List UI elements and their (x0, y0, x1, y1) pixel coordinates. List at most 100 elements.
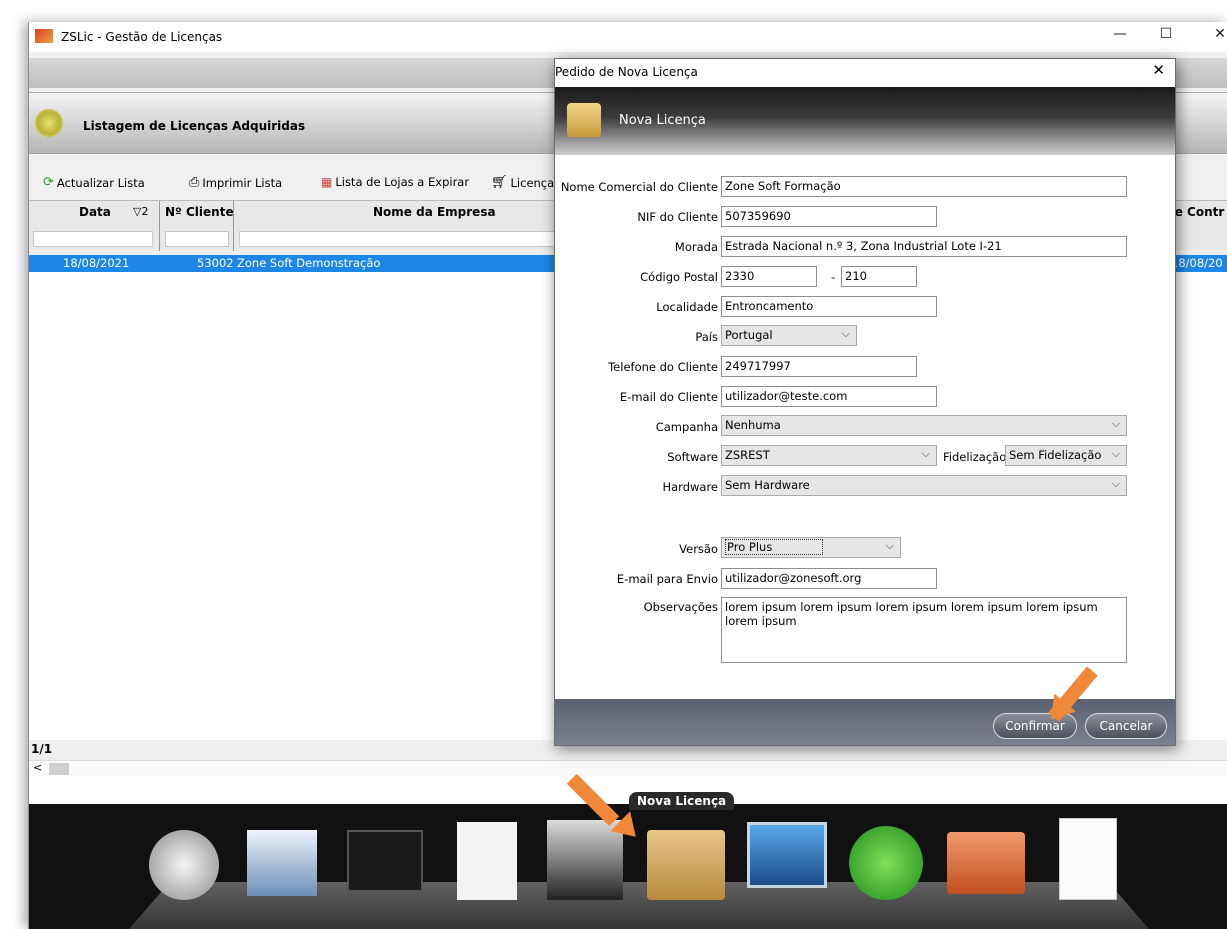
filter-company-input[interactable] (239, 231, 559, 247)
sync-dock-icon[interactable] (149, 830, 219, 900)
loyalty-select[interactable]: Sem Fidelização ⌵ (1005, 445, 1127, 466)
print-icon: ⎙ (189, 175, 200, 190)
add-dock-icon[interactable] (849, 826, 923, 900)
campaign-select[interactable]: Nenhuma ⌵ (721, 415, 1127, 436)
dialog-title: Pedido de Nova Licença (555, 65, 698, 79)
software-select[interactable]: ZSREST ⌵ (721, 445, 937, 466)
postal-code-input[interactable]: 2330 (721, 266, 817, 287)
label-locality: Localidade (656, 300, 718, 314)
new-license-dock-icon[interactable] (647, 830, 725, 900)
minimize-button[interactable]: — (1105, 26, 1135, 42)
dock-tooltip: Nova Licença (629, 792, 735, 810)
scroll-left-arrow-icon[interactable]: < (33, 761, 42, 774)
label-loyalty: Fidelização (943, 450, 1007, 464)
close-button[interactable]: ✕ (1205, 26, 1227, 42)
calendar-icon: ▦ (321, 175, 333, 189)
chevron-down-icon: ⌵ (1111, 447, 1120, 460)
copyright-logo-icon (35, 109, 63, 137)
cart-icon: 🛒︎ (491, 175, 508, 190)
refresh-list-label: Actualizar Lista (56, 175, 145, 190)
label-version: Versão (679, 542, 718, 556)
label-country: País (695, 330, 718, 344)
search-document-dock-icon[interactable] (247, 830, 317, 896)
title-bar: ZSLic - Gestão de Licenças — ☐ ✕ (29, 22, 1227, 52)
app-logo-icon (35, 29, 53, 43)
lock-icon (567, 103, 601, 137)
column-divider (159, 201, 160, 251)
print-list-button[interactable]: ⎙ Imprimir Lista (189, 175, 282, 190)
cell-contract: 18/08/20 (1171, 256, 1223, 270)
label-email: E-mail do Cliente (619, 390, 718, 404)
version-select[interactable]: Pro Plus ⌵ (721, 537, 901, 558)
sort-indicator: ▽2 (133, 205, 149, 218)
licenses-button[interactable]: 🛒︎ Licença (491, 175, 554, 190)
expiring-stores-label: Lista de Lojas a Expirar (335, 175, 470, 189)
email-input[interactable]: utilizador@teste.com (721, 386, 937, 407)
page-indicator: 1/1 (31, 742, 53, 756)
column-header-date[interactable]: Data (79, 205, 111, 219)
refresh-icon: ⟳ (43, 175, 54, 190)
filter-date-input[interactable] (33, 231, 153, 247)
send-email-input[interactable]: utilizador@zonesoft.org (721, 568, 937, 589)
country-select[interactable]: Portugal ⌵ (721, 325, 857, 346)
label-send-email: E-mail para Envio (616, 572, 718, 586)
dialog-close-button[interactable]: ✕ (1152, 61, 1165, 79)
column-divider (233, 201, 234, 251)
maximize-button[interactable]: ☐ (1151, 26, 1181, 42)
chevron-down-icon: ⌵ (921, 447, 930, 460)
hardware-value: Sem Hardware (725, 478, 810, 492)
label-phone: Telefone do Cliente (608, 360, 718, 374)
expiring-stores-button[interactable]: ▦ Lista de Lojas a Expirar (321, 175, 469, 189)
label-software: Software (667, 450, 718, 464)
version-value: Pro Plus (725, 539, 824, 555)
label-commercial-name: Nome Comercial do Cliente (560, 180, 718, 194)
cell-client: 53002 (197, 256, 234, 270)
postal-code-suffix-input[interactable]: 210 (841, 266, 917, 287)
column-header-client[interactable]: Nº Cliente (165, 205, 234, 219)
dialog-banner-title: Nova Licença (619, 113, 706, 128)
label-campaign: Campanha (655, 420, 718, 434)
label-postal-code: Código Postal (640, 270, 718, 284)
chevron-down-icon: ⌵ (1111, 417, 1120, 430)
cancel-button[interactable]: Cancelar (1085, 713, 1167, 739)
label-notes: Observações (643, 600, 718, 614)
address-input[interactable]: Estrada Nacional n.º 3, Zona Industrial … (721, 236, 1127, 257)
hardware-select[interactable]: Sem Hardware ⌵ (721, 475, 1127, 496)
commercial-name-input[interactable]: Zone Soft Formação (721, 176, 1127, 197)
chevron-down-icon: ⌵ (1111, 477, 1120, 490)
dialog-banner: Nova Licença (555, 87, 1175, 155)
chevron-down-icon: ⌵ (841, 327, 850, 340)
folder-dock-icon[interactable] (947, 832, 1025, 894)
locality-input[interactable]: Entroncamento (721, 296, 937, 317)
label-address: Morada (674, 240, 718, 254)
page-title: Listagem de Licenças Adquiridas (83, 119, 306, 133)
notes-textarea[interactable]: lorem ipsum lorem ipsum lorem ipsum lore… (721, 597, 1127, 663)
app-title: ZSLic - Gestão de Licenças (61, 30, 223, 44)
chevron-down-icon: ⌵ (885, 539, 894, 552)
licenses-label: Licença (510, 175, 555, 190)
monitor-warning-dock-icon[interactable] (347, 830, 423, 892)
dialog-footer (555, 699, 1175, 745)
filter-client-input[interactable] (165, 231, 229, 247)
label-hardware: Hardware (662, 480, 718, 494)
horizontal-scrollbar[interactable]: < (29, 760, 1227, 776)
upload-document-dock-icon[interactable] (457, 822, 517, 900)
software-value: ZSREST (725, 448, 770, 462)
column-header-contract[interactable]: te Contr (1169, 205, 1224, 219)
refresh-list-button[interactable]: ⟳ Actualizar Lista (43, 175, 145, 190)
locked-monitor-dock-icon[interactable] (747, 822, 827, 888)
cell-date: 18/08/2021 (63, 256, 130, 270)
cell-company: Zone Soft Demonstração (237, 256, 381, 270)
campaign-value: Nenhuma (725, 418, 781, 432)
loyalty-value: Sem Fidelização (1009, 448, 1102, 462)
phone-input[interactable]: 249717997 (721, 356, 917, 377)
scroll-thumb[interactable] (49, 763, 69, 775)
new-license-dialog: Pedido de Nova Licença ✕ Nova Licença No… (554, 58, 1176, 746)
column-header-company[interactable]: Nome da Empresa (373, 205, 496, 219)
print-list-label: Imprimir Lista (202, 175, 283, 190)
nif-input[interactable]: 507359690 (721, 206, 937, 227)
postal-separator: - (831, 270, 836, 284)
country-value: Portugal (725, 328, 773, 342)
label-nif: NIF do Cliente (637, 210, 718, 224)
certificate-dock-icon[interactable] (1059, 818, 1117, 900)
